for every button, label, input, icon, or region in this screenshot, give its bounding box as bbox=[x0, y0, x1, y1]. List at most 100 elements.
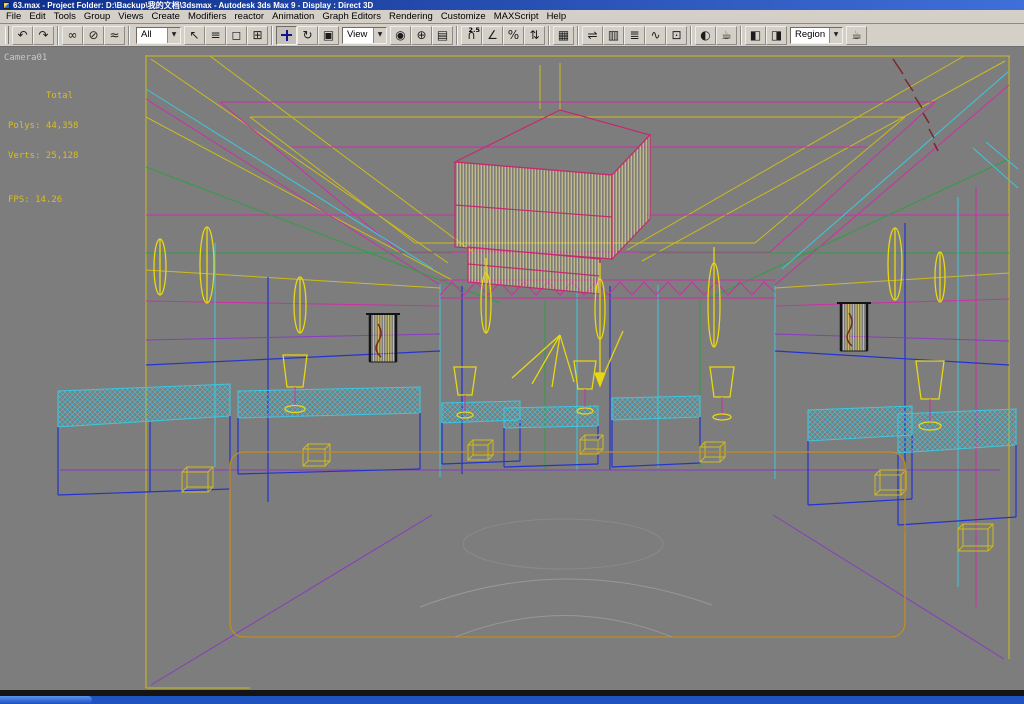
undo-icon: ↶ bbox=[17, 28, 28, 42]
menu-modifiers[interactable]: Modifiers bbox=[184, 10, 231, 23]
window-crossing-icon: ⊞ bbox=[252, 28, 263, 42]
select-and-scale-button[interactable]: ▣ bbox=[318, 25, 339, 45]
region-rect-icon: ◻ bbox=[231, 28, 242, 42]
stats-verts: Verts: 25,128 bbox=[8, 151, 79, 161]
menubar: File Edit Tools Group Views Create Modifiers re… bbox=[0, 10, 1024, 24]
stats-polys: Polys: 44,358 bbox=[8, 121, 79, 131]
spinner-snap-button[interactable]: ⇅ bbox=[524, 25, 545, 45]
angle-snap-button[interactable]: ∠ bbox=[482, 25, 503, 45]
main-toolbar: ↶ ↷ ∞ ⊘ ≈ All ▼ ↖ ≡ ◻ ⊞ ↻ ▣ View ▼ ◉ ⊕ ▤… bbox=[0, 24, 1024, 47]
toolbar-drag-handle[interactable] bbox=[5, 26, 9, 44]
render-type-value: Region bbox=[795, 28, 826, 40]
rotate-icon: ↻ bbox=[302, 28, 313, 42]
select-by-name-button[interactable]: ≡ bbox=[205, 25, 226, 45]
chevron-down-icon: ▼ bbox=[829, 27, 843, 43]
mirror-button[interactable]: ⇌ bbox=[582, 25, 603, 45]
menu-views[interactable]: Views bbox=[114, 10, 147, 23]
layer-manager-button[interactable]: ≣ bbox=[624, 25, 645, 45]
curve-editor-button[interactable]: ∿ bbox=[645, 25, 666, 45]
stats-fps: FPS: 14.26 bbox=[8, 195, 63, 205]
named-selection-sets-button[interactable]: ▦ bbox=[553, 25, 574, 45]
toolbar-separator bbox=[740, 25, 742, 45]
camera-viewport[interactable]: Camera01 Total Polys: 44,358 Verts: 25,1… bbox=[0, 47, 1024, 690]
select-object-button[interactable]: ↖ bbox=[184, 25, 205, 45]
use-pivot-center-button[interactable]: ◉ bbox=[390, 25, 411, 45]
undo-button[interactable]: ↶ bbox=[12, 25, 33, 45]
named-sets-icon: ▦ bbox=[557, 28, 570, 42]
toolbar-separator bbox=[57, 25, 59, 45]
menu-tools[interactable]: Tools bbox=[50, 10, 80, 23]
menu-customize[interactable]: Customize bbox=[437, 10, 490, 23]
keyboard-icon: ▤ bbox=[436, 28, 449, 42]
align-button[interactable]: ▥ bbox=[603, 25, 624, 45]
app-icon bbox=[3, 1, 10, 9]
schematic-view-icon: ⊡ bbox=[671, 28, 682, 42]
coord-system-value: View bbox=[347, 28, 368, 40]
manipulate-icon: ⊕ bbox=[416, 28, 427, 42]
menu-maxscript[interactable]: MAXScript bbox=[490, 10, 543, 23]
toolbar-separator bbox=[271, 25, 273, 45]
quick-render-button[interactable]: ☕ bbox=[846, 25, 868, 45]
viewport-background bbox=[0, 47, 1024, 690]
scale-icon: ▣ bbox=[322, 28, 335, 42]
redo-button[interactable]: ↷ bbox=[33, 25, 54, 45]
menu-animation[interactable]: Animation bbox=[268, 10, 318, 23]
selection-region-button[interactable]: ◻ bbox=[226, 25, 247, 45]
redo-icon: ↷ bbox=[38, 28, 49, 42]
menu-group[interactable]: Group bbox=[80, 10, 114, 23]
percent-snap-icon: % bbox=[507, 28, 520, 42]
toolbar-separator bbox=[690, 25, 692, 45]
schematic-view-button[interactable]: ⊡ bbox=[666, 25, 687, 45]
selection-filter-value: All bbox=[141, 28, 152, 40]
chevron-down-icon: ▼ bbox=[373, 27, 386, 43]
toolbar-separator bbox=[577, 25, 579, 45]
select-and-link-button[interactable]: ∞ bbox=[62, 25, 83, 45]
viewport-statistics: Total Polys: 44,358 Verts: 25,128 FPS: 1… bbox=[8, 71, 78, 225]
menu-graph-editors[interactable]: Graph Editors bbox=[318, 10, 385, 23]
render-type-dropdown[interactable]: Region ▼ bbox=[790, 26, 844, 44]
chevron-down-icon: ▼ bbox=[167, 27, 180, 43]
angle-snap-icon: ∠ bbox=[487, 28, 498, 42]
keyboard-override-button[interactable]: ▤ bbox=[432, 25, 453, 45]
wireframe-scene bbox=[0, 47, 1024, 690]
unlink-icon: ⊘ bbox=[88, 28, 99, 42]
material-editor-button[interactable]: ◐ bbox=[695, 25, 716, 45]
select-cursor-icon: ↖ bbox=[189, 28, 200, 42]
coord-system-dropdown[interactable]: View ▼ bbox=[342, 26, 387, 44]
menu-create[interactable]: Create bbox=[147, 10, 184, 23]
select-and-move-button[interactable] bbox=[276, 25, 297, 45]
snap-mode-label: 2.5 bbox=[468, 25, 480, 34]
space-warp-icon: ≈ bbox=[109, 28, 120, 42]
render-preset-a-button[interactable]: ◧ bbox=[745, 25, 766, 45]
stats-total-label: Total bbox=[46, 91, 74, 101]
3dsmax-window: 63.max - Project Folder: D:\Backup\我的文档\… bbox=[0, 0, 1024, 704]
toolbar-separator bbox=[548, 25, 550, 45]
bind-to-space-warp-button[interactable]: ≈ bbox=[104, 25, 125, 45]
select-by-name-icon: ≡ bbox=[210, 28, 221, 42]
selection-filter-dropdown[interactable]: All ▼ bbox=[136, 26, 181, 44]
title-bar: 63.max - Project Folder: D:\Backup\我的文档\… bbox=[0, 0, 1024, 10]
render-teapot-icon: ☕ bbox=[721, 28, 732, 42]
snaps-toggle-button[interactable]: ∩ 2.5 bbox=[461, 25, 482, 45]
select-and-rotate-button[interactable]: ↻ bbox=[297, 25, 318, 45]
menu-help[interactable]: Help bbox=[543, 10, 571, 23]
menu-reactor[interactable]: reactor bbox=[231, 10, 269, 23]
mirror-icon: ⇌ bbox=[587, 28, 598, 42]
render-scene-dialog-button[interactable]: ☕ bbox=[716, 25, 737, 45]
percent-snap-button[interactable]: % bbox=[503, 25, 524, 45]
window-title: 63.max - Project Folder: D:\Backup\我的文档\… bbox=[13, 0, 374, 10]
quick-render-teapot-icon: ☕ bbox=[851, 28, 862, 42]
window-crossing-button[interactable]: ⊞ bbox=[247, 25, 268, 45]
menu-edit[interactable]: Edit bbox=[25, 10, 49, 23]
spinner-snap-icon: ⇅ bbox=[529, 28, 540, 42]
unlink-selection-button[interactable]: ⊘ bbox=[83, 25, 104, 45]
camera-label: Camera01 bbox=[4, 53, 48, 63]
menu-rendering[interactable]: Rendering bbox=[385, 10, 437, 23]
curve-editor-icon: ∿ bbox=[650, 28, 661, 42]
render-preset-b-button[interactable]: ◨ bbox=[766, 25, 787, 45]
layers-icon: ≣ bbox=[629, 28, 640, 42]
menu-file[interactable]: File bbox=[2, 10, 25, 23]
toolbar-separator bbox=[128, 25, 130, 45]
taskbar-start-fragment[interactable] bbox=[0, 696, 92, 704]
select-and-manipulate-button[interactable]: ⊕ bbox=[411, 25, 432, 45]
